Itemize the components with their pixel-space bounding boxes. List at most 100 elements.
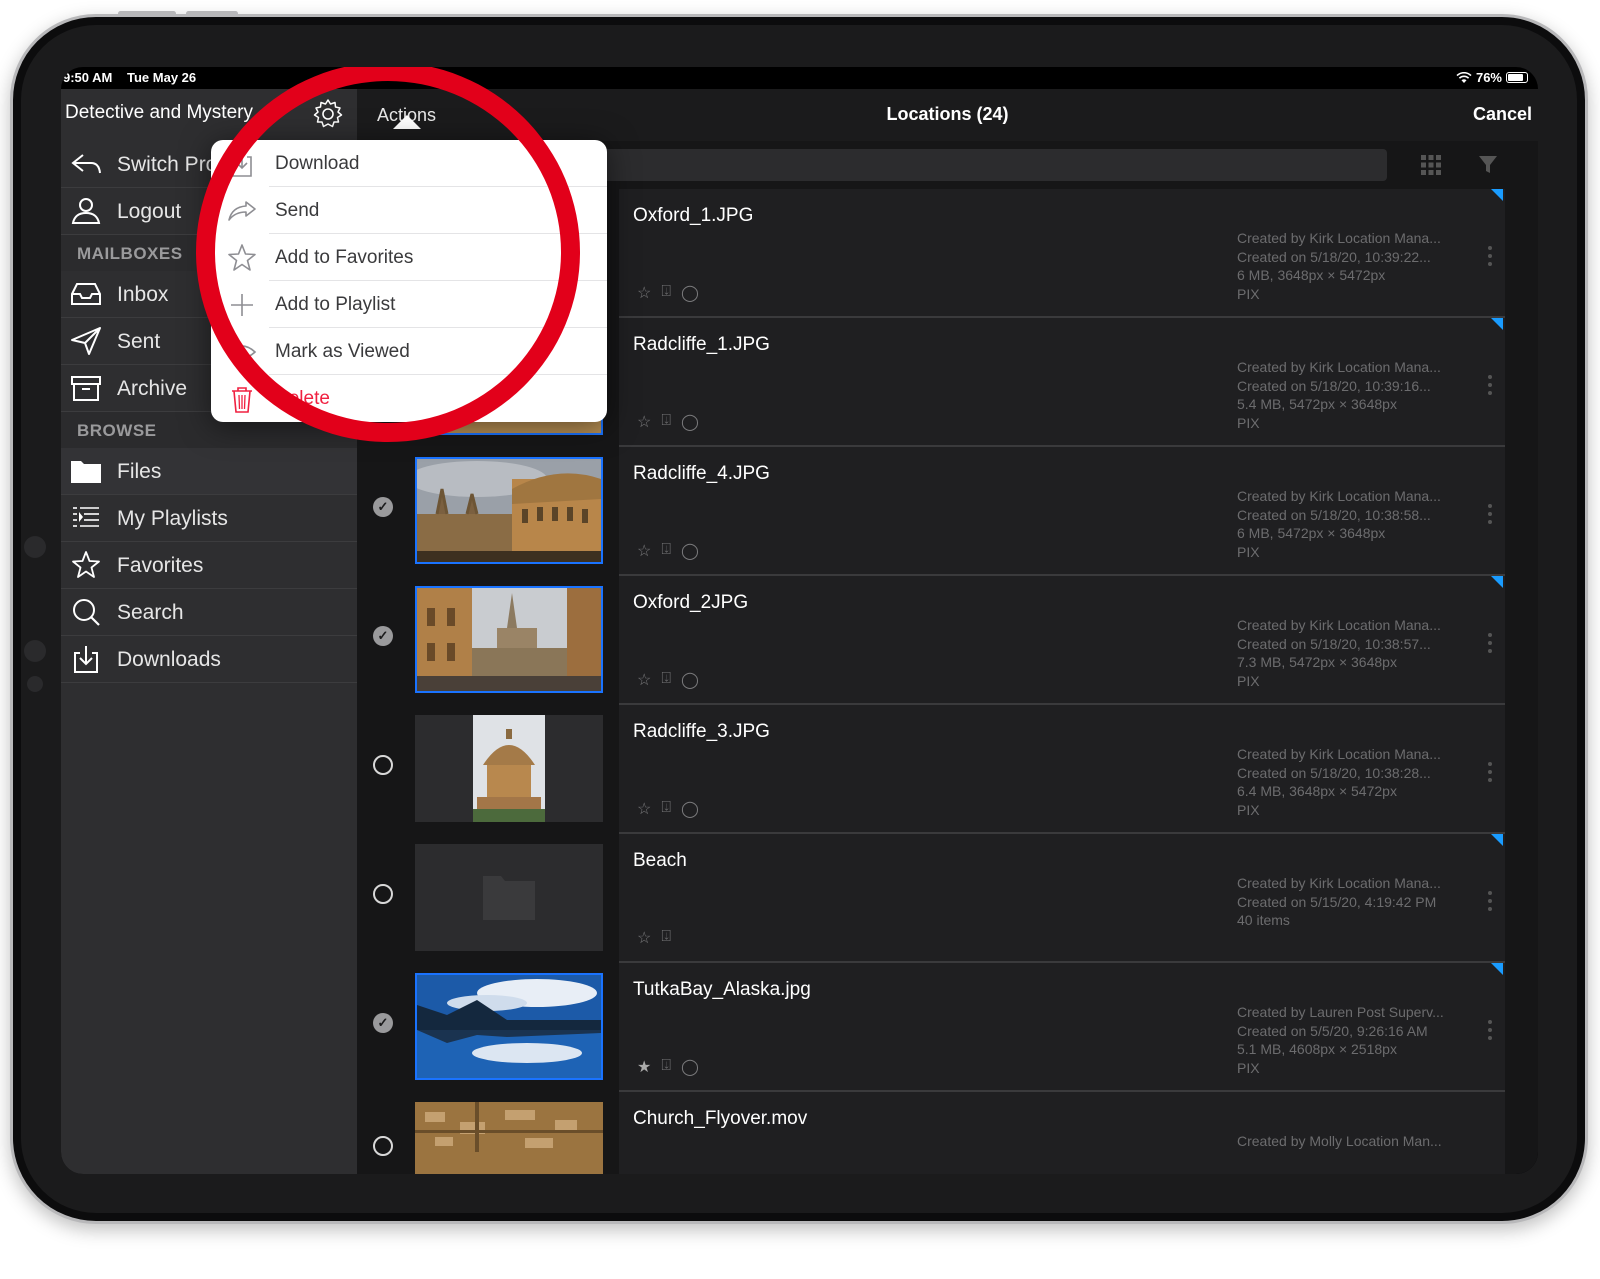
file-thumbnail[interactable] xyxy=(415,457,603,564)
file-thumbnail[interactable] xyxy=(415,973,603,1080)
file-size: 6 MB, 3648px × 5472px xyxy=(1237,267,1386,283)
folder-row[interactable]: Beach Created by Kirk Location Mana... C… xyxy=(357,834,1538,963)
sidebar-item-label: Files xyxy=(117,460,162,483)
star-icon[interactable]: ☆ xyxy=(637,412,651,432)
file-info[interactable]: Radcliffe_1.JPG Created by Kirk Location… xyxy=(619,318,1505,447)
file-name: Radcliffe_3.JPG xyxy=(633,721,770,742)
file-thumbnail[interactable] xyxy=(415,586,603,693)
file-created-date: Created on 5/5/20, 9:26:16 AM xyxy=(1237,1022,1428,1039)
file-row[interactable]: Radcliffe_3.JPG Created by Kirk Location… xyxy=(357,705,1538,834)
file-meta: Created by Lauren Post Superv... Created… xyxy=(1237,1003,1477,1077)
page-title: Locations (24) xyxy=(886,104,1009,124)
filter-icon[interactable] xyxy=(1477,153,1499,175)
new-badge xyxy=(1491,576,1503,588)
inbox-icon xyxy=(71,283,101,305)
file-name: Oxford_2JPG xyxy=(633,592,749,613)
selection-circle[interactable] xyxy=(373,1136,393,1156)
file-row[interactable]: ✓ TutkaBay_Alaska.jpg Created by Lauren … xyxy=(357,963,1538,1092)
file-thumbnail[interactable] xyxy=(415,715,603,822)
download-icon[interactable]: ⍗ xyxy=(661,541,671,561)
comment-icon[interactable]: ◯ xyxy=(681,283,699,303)
download-icon[interactable]: ⍗ xyxy=(661,1057,671,1077)
selection-circle[interactable] xyxy=(373,884,393,904)
file-info[interactable]: Beach Created by Kirk Location Mana... C… xyxy=(619,834,1505,963)
selection-check[interactable]: ✓ xyxy=(373,497,393,517)
more-options-icon[interactable] xyxy=(1487,890,1493,912)
download-icon[interactable]: ⍗ xyxy=(661,928,671,948)
file-size: 6 MB, 5472px × 3648px xyxy=(1237,525,1386,541)
file-name: Beach xyxy=(633,850,687,871)
comment-icon[interactable]: ◯ xyxy=(681,541,699,561)
folder-thumbnail[interactable] xyxy=(415,844,603,951)
more-options-icon[interactable] xyxy=(1487,374,1493,396)
download-icon[interactable]: ⍗ xyxy=(661,283,671,303)
star-filled-icon[interactable]: ★ xyxy=(637,1057,651,1077)
more-options-icon[interactable] xyxy=(1487,245,1493,267)
sidebar-item-favorites[interactable]: Favorites xyxy=(61,542,357,589)
file-info[interactable]: Radcliffe_4.JPG Created by Kirk Location… xyxy=(619,447,1505,576)
sidebar-item-label: Archive xyxy=(117,377,188,400)
file-creator: Created by Kirk Location Mana... xyxy=(1237,617,1441,633)
sidebar-item-downloads[interactable]: Downloads xyxy=(61,636,357,683)
download-icon[interactable]: ⍗ xyxy=(661,412,671,432)
file-row[interactable]: ✓ Oxford_2JPG Created by Kirk Location M… xyxy=(357,576,1538,705)
file-thumbnail[interactable] xyxy=(415,1102,603,1174)
section-label: BROWSE xyxy=(77,421,157,440)
file-name: Radcliffe_1.JPG xyxy=(633,334,770,355)
selection-check[interactable]: ✓ xyxy=(373,1013,393,1033)
cancel-button[interactable]: Cancel xyxy=(1473,104,1532,125)
star-icon[interactable]: ☆ xyxy=(637,928,651,948)
star-icon[interactable]: ☆ xyxy=(637,670,651,690)
file-info[interactable]: Oxford_1.JPG Created by Kirk Location Ma… xyxy=(619,189,1505,318)
grid-view-icon[interactable] xyxy=(1419,153,1443,177)
user-icon xyxy=(71,198,101,224)
file-creator: Created by Kirk Location Mana... xyxy=(1237,359,1441,375)
star-icon[interactable]: ☆ xyxy=(637,799,651,819)
trash-icon xyxy=(232,387,252,413)
more-options-icon[interactable] xyxy=(1487,761,1493,783)
status-time: 9:50 AM xyxy=(63,70,113,85)
more-options-icon[interactable] xyxy=(1487,503,1493,525)
download-icon[interactable]: ⍗ xyxy=(661,799,671,819)
battery-percent: 76% xyxy=(1475,70,1502,85)
comment-icon[interactable]: ◯ xyxy=(681,412,699,432)
file-size: 5.4 MB, 5472px × 3648px xyxy=(1237,396,1397,412)
star-icon[interactable]: ☆ xyxy=(637,283,651,303)
star-icon xyxy=(72,551,100,578)
comment-icon[interactable]: ◯ xyxy=(681,799,699,819)
more-options-icon[interactable] xyxy=(1487,1019,1493,1041)
file-type: PIX xyxy=(1237,414,1260,431)
radcliffe-portrait-photo xyxy=(473,715,545,822)
file-type: PIX xyxy=(1237,1059,1260,1076)
file-created-date: Created on 5/18/20, 10:39:16... xyxy=(1237,377,1431,394)
file-meta: Created by Molly Location Man... xyxy=(1237,1132,1477,1151)
file-info[interactable]: Church_Flyover.mov Created by Molly Loca… xyxy=(619,1092,1505,1174)
selection-circle[interactable] xyxy=(373,755,393,775)
file-created-date: Created on 5/18/20, 10:39:22... xyxy=(1237,248,1431,265)
sidebar-item-label: Logout xyxy=(117,200,182,223)
sidebar-item-label: Search xyxy=(117,601,184,624)
star-icon[interactable]: ☆ xyxy=(637,541,651,561)
more-options-icon[interactable] xyxy=(1487,632,1493,654)
camera-dot xyxy=(24,536,46,558)
comment-icon[interactable]: ◯ xyxy=(681,1057,699,1077)
download-icon[interactable]: ⍗ xyxy=(661,670,671,690)
file-info[interactable]: Radcliffe_3.JPG Created by Kirk Location… xyxy=(619,705,1505,834)
search-input[interactable] xyxy=(597,149,1387,181)
file-name: Radcliffe_4.JPG xyxy=(633,463,770,484)
playlist-icon xyxy=(73,507,99,527)
sidebar-item-my-playlists[interactable]: My Playlists xyxy=(61,495,357,542)
sensor-dot xyxy=(24,640,46,662)
comment-icon[interactable]: ◯ xyxy=(681,670,699,690)
selection-check[interactable]: ✓ xyxy=(373,626,393,646)
folder-item-count: 40 items xyxy=(1237,912,1290,928)
file-creator: Created by Molly Location Man... xyxy=(1237,1133,1442,1149)
file-row[interactable]: ✓ Radcliffe_4.JPG Created by Kirk Locati… xyxy=(357,447,1538,576)
file-row[interactable]: Church_Flyover.mov Created by Molly Loca… xyxy=(357,1092,1538,1174)
sidebar-item-files[interactable]: Files xyxy=(61,448,357,495)
file-meta: Created by Kirk Location Mana... Created… xyxy=(1237,616,1477,690)
sidebar-item-search[interactable]: Search xyxy=(61,589,357,636)
file-info[interactable]: TutkaBay_Alaska.jpg Created by Lauren Po… xyxy=(619,963,1505,1092)
file-info[interactable]: Oxford_2JPG Created by Kirk Location Man… xyxy=(619,576,1505,705)
volume-button xyxy=(186,11,238,16)
